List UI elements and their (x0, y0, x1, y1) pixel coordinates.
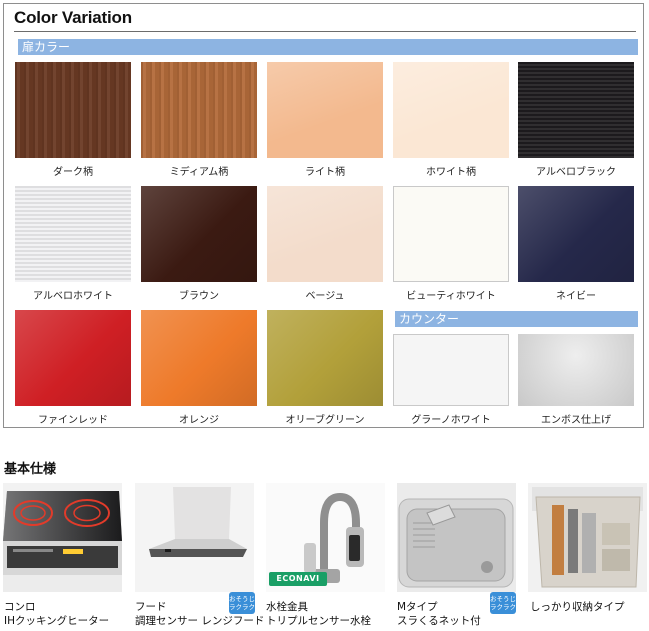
door-swatch-12 (267, 310, 383, 406)
econavi-logo: ECONAVI (269, 572, 327, 586)
title-divider (14, 31, 636, 32)
spec-cooker-line2: IHクッキングヒーター (4, 615, 110, 627)
door-swatch-label-3: ホワイト柄 (426, 167, 476, 178)
spec-storage-line1: しっかり収納タイプ (530, 601, 625, 613)
counter-swatch-1 (518, 334, 634, 406)
spec-cooker-caption: コンロ IHクッキングヒーター (4, 600, 109, 628)
spec-sink-caption: Mタイプ スラくるネット付 (397, 600, 481, 628)
door-swatch-4 (518, 62, 634, 158)
counter-swatch-0 (393, 334, 509, 406)
spec-sink-line1: Mタイプ (397, 601, 438, 613)
spec-cooker-line1: コンロ (4, 601, 36, 613)
ih-cooktop-image (3, 483, 122, 592)
door-swatch-label-9: ネイビー (556, 291, 596, 302)
door-swatch-5 (15, 186, 131, 282)
door-swatch-11 (141, 310, 257, 406)
door-swatch-label-8: ビューティホワイト (406, 291, 496, 302)
spec-faucet-line1: 水栓金具 (266, 601, 308, 613)
door-swatch-6 (141, 186, 257, 282)
color-variation-title: Color Variation (14, 8, 132, 27)
door-swatch-label-10: ファインレッド (38, 415, 108, 426)
storage-drawer-image (528, 483, 647, 592)
spec-storage-caption: しっかり収納タイプ (530, 600, 625, 614)
door-swatch-1 (141, 62, 257, 158)
range-hood-image (135, 483, 254, 592)
counter-swatch-label-1: エンボス仕上げ (541, 415, 611, 426)
door-swatch-7 (267, 186, 383, 282)
basic-spec-title: 基本仕様 (4, 462, 57, 477)
spec-faucet-caption: 水栓金具 トリプルセンサー水栓 (266, 600, 371, 628)
door-swatch-0 (15, 62, 131, 158)
sink-image (397, 483, 516, 592)
door-swatch-label-1: ミディアム柄 (169, 167, 229, 178)
door-swatch-label-0: ダーク柄 (53, 167, 93, 178)
faucet-image: ECONAVI (266, 483, 385, 592)
door-swatch-label-6: ブラウン (179, 291, 219, 302)
door-swatch-10 (15, 310, 131, 406)
spec-hood-caption: フード 調理センサー レンジフード (135, 600, 264, 628)
door-swatch-3 (393, 62, 509, 158)
easy-clean-badge-sink: おそうじラクラク (490, 592, 516, 614)
door-swatch-label-7: ベージュ (305, 291, 345, 302)
door-swatch-8 (393, 186, 509, 282)
spec-sink-line2: スラくるネット付 (397, 615, 481, 627)
door-swatch-label-4: アルベロブラック (536, 167, 616, 178)
spec-faucet-line2: トリプルセンサー水栓 (266, 615, 371, 627)
door-swatch-label-5: アルベロホワイト (33, 291, 113, 302)
spec-hood-line2: 調理センサー レンジフード (135, 615, 265, 627)
door-swatch-label-11: オレンジ (179, 415, 219, 426)
door-swatch-9 (518, 186, 634, 282)
spec-hood-line1: フード (135, 601, 167, 613)
door-color-header: 扉カラー (18, 39, 638, 55)
counter-swatch-label-0: グラーノホワイト (411, 415, 491, 426)
door-swatch-2 (267, 62, 383, 158)
door-swatch-label-12: オリーブグリーン (285, 415, 365, 426)
door-swatch-label-2: ライト柄 (305, 167, 345, 178)
color-variation-panel: Color Variation 扉カラー カウンター ダーク柄 ミディアム柄 ライト… (3, 3, 644, 428)
counter-header: カウンター (395, 311, 638, 327)
